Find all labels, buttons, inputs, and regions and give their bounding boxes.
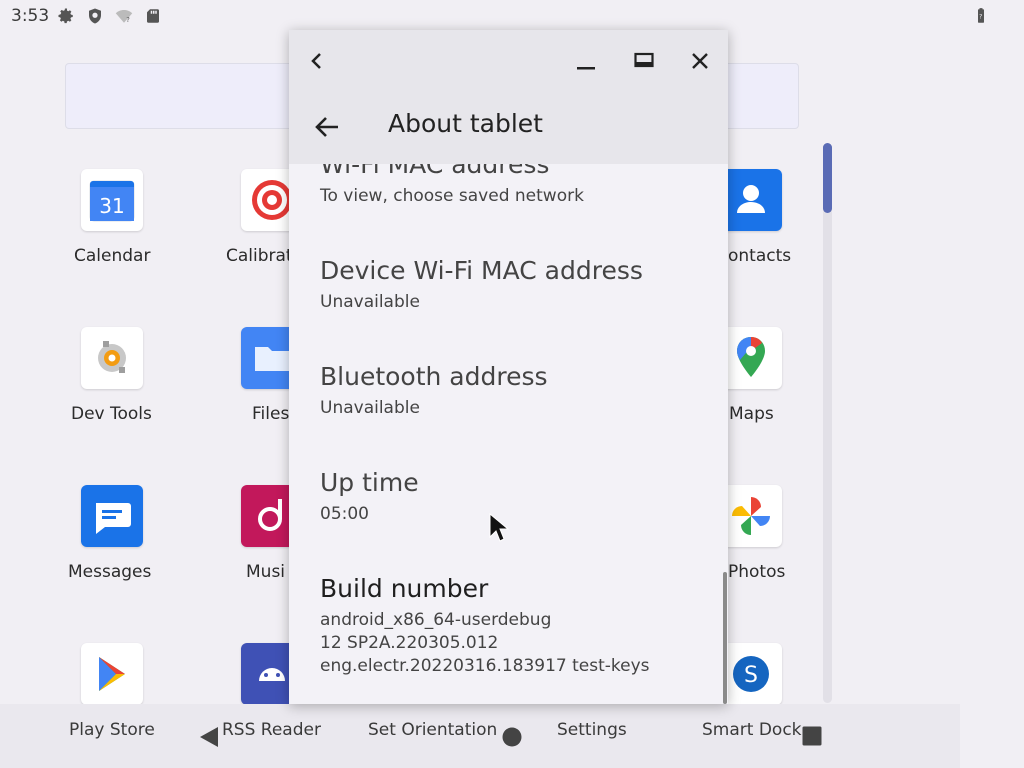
svg-text:?: ? (126, 16, 130, 24)
app-label: Maps (729, 404, 774, 424)
pref-up-time[interactable]: Up time 05:00 (320, 468, 720, 526)
shield-icon (86, 7, 104, 25)
calendar-icon[interactable]: 31 (81, 169, 143, 231)
app-label: Dev Tools (71, 404, 152, 424)
gear-icon (57, 7, 75, 25)
window-scrollbar-thumb[interactable] (723, 572, 727, 704)
dock-item-rss-reader[interactable]: RSS Reader (222, 720, 321, 740)
launcher-scrollbar[interactable] (823, 143, 832, 703)
caption-back-icon[interactable] (301, 46, 331, 76)
close-icon[interactable] (685, 46, 715, 76)
app-label: Photos (728, 562, 786, 582)
nav-home-icon[interactable] (502, 727, 522, 751)
window-caption-bar[interactable] (289, 30, 728, 90)
maximize-icon[interactable] (629, 46, 659, 76)
pref-summary: android_x86_64-userdebug 12 SP2A.220305.… (320, 609, 720, 678)
app-label: Calendar (74, 246, 151, 266)
nav-recents-icon[interactable] (802, 726, 822, 750)
dock-item-play-store[interactable]: Play Store (69, 720, 155, 740)
launcher-scrollbar-thumb[interactable] (823, 143, 832, 213)
app-label: Messages (68, 562, 152, 582)
nav-back-icon[interactable] (199, 726, 219, 752)
build-line: android_x86_64-userdebug (320, 610, 552, 630)
messages-icon[interactable] (81, 485, 143, 547)
pref-summary: To view, choose saved network (320, 186, 584, 206)
dock-item-smart-dock[interactable]: Smart Dock (702, 720, 802, 740)
status-bar: 3:53 ? ? (0, 0, 1024, 32)
photos-icon[interactable] (720, 485, 782, 547)
status-time: 3:53 (11, 6, 50, 26)
pref-summary: Unavailable (320, 292, 420, 312)
mouse-cursor-icon (489, 512, 510, 547)
pref-device-wifi-mac[interactable]: Device Wi-Fi MAC address Unavailable (320, 256, 720, 314)
dock-item-settings[interactable]: Settings (557, 720, 627, 740)
about-tablet-window: About tablet Wi-Fi MAC address To view, … (289, 30, 728, 704)
build-line: 12 SP2A.220305.012 (320, 633, 499, 653)
pref-title: Build number (320, 574, 489, 603)
skype-icon[interactable]: S (720, 643, 782, 705)
pref-title: Bluetooth address (320, 362, 548, 391)
pref-wifi-mac[interactable]: Wi-Fi MAC address To view, choose saved … (320, 164, 720, 208)
svg-text:?: ? (979, 13, 982, 20)
app-label: ontacts (728, 246, 792, 266)
pref-title: Up time (320, 468, 419, 497)
svg-text:S: S (744, 663, 758, 688)
sd-card-icon (144, 7, 162, 25)
preferences-list[interactable]: Wi-Fi MAC address To view, choose saved … (289, 164, 728, 704)
pref-summary: Unavailable (320, 398, 420, 418)
page-title: About tablet (388, 109, 543, 138)
app-label: Musi (246, 562, 286, 582)
pref-title: Wi-Fi MAC address (320, 164, 550, 179)
calendar-badge: 31 (99, 194, 124, 218)
app-label: Files (252, 404, 290, 424)
minimize-icon[interactable] (571, 46, 601, 76)
build-line: eng.electr.20220316.183917 test-keys (320, 656, 650, 676)
wifi-off-icon: ? (115, 7, 133, 25)
settings-header: About tablet (289, 90, 728, 164)
contacts-icon[interactable] (720, 169, 782, 231)
pref-bluetooth-address[interactable]: Bluetooth address Unavailable (320, 362, 720, 420)
back-arrow-icon[interactable] (310, 110, 344, 144)
dock-item-set-orientation[interactable]: Set Orientation (368, 720, 497, 740)
maps-icon[interactable] (720, 327, 782, 389)
pref-build-number[interactable]: Build number android_x86_64-userdebug 12… (320, 574, 720, 678)
pref-summary: 05:00 (320, 504, 369, 524)
app-label: Calibrat (226, 246, 293, 266)
battery-icon: ? (972, 7, 990, 25)
dev-tools-icon[interactable] (81, 327, 143, 389)
pref-title: Device Wi-Fi MAC address (320, 256, 643, 285)
play-store-icon[interactable] (81, 643, 143, 705)
